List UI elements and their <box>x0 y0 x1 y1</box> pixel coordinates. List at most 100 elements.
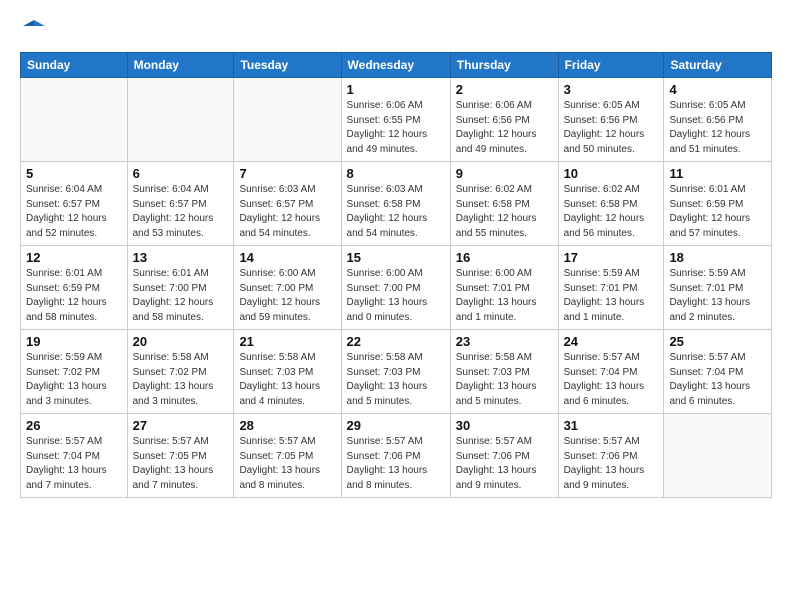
day-info: Sunrise: 6:06 AM Sunset: 6:55 PM Dayligh… <box>347 99 445 157</box>
day-info: Sunrise: 6:00 AM Sunset: 7:01 PM Dayligh… <box>456 267 553 325</box>
day-number: 22 <box>347 334 445 349</box>
weekday-header-saturday: Saturday <box>664 53 772 78</box>
week-row-0: 1 Sunrise: 6:06 AM Sunset: 6:55 PM Daylig… <box>21 78 772 162</box>
day-number: 10 <box>564 166 659 181</box>
page: SundayMondayTuesdayWednesdayThursdayFrid… <box>0 0 792 612</box>
day-number: 3 <box>564 82 659 97</box>
day-info: Sunrise: 5:57 AM Sunset: 7:05 PM Dayligh… <box>239 435 335 493</box>
calendar-cell: 12 Sunrise: 6:01 AM Sunset: 6:59 PM Dayli… <box>21 246 128 330</box>
calendar: SundayMondayTuesdayWednesdayThursdayFrid… <box>20 52 772 498</box>
day-info: Sunrise: 5:57 AM Sunset: 7:04 PM Dayligh… <box>26 435 122 493</box>
day-info: Sunrise: 6:01 AM Sunset: 6:59 PM Dayligh… <box>669 183 766 241</box>
day-info: Sunrise: 6:03 AM Sunset: 6:58 PM Dayligh… <box>347 183 445 241</box>
weekday-header-tuesday: Tuesday <box>234 53 341 78</box>
day-info: Sunrise: 6:04 AM Sunset: 6:57 PM Dayligh… <box>26 183 122 241</box>
day-info: Sunrise: 6:03 AM Sunset: 6:57 PM Dayligh… <box>239 183 335 241</box>
day-number: 18 <box>669 250 766 265</box>
weekday-header-thursday: Thursday <box>450 53 558 78</box>
calendar-cell <box>127 78 234 162</box>
day-number: 7 <box>239 166 335 181</box>
calendar-cell: 13 Sunrise: 6:01 AM Sunset: 7:00 PM Dayli… <box>127 246 234 330</box>
day-info: Sunrise: 6:00 AM Sunset: 7:00 PM Dayligh… <box>239 267 335 325</box>
day-number: 11 <box>669 166 766 181</box>
week-row-1: 5 Sunrise: 6:04 AM Sunset: 6:57 PM Daylig… <box>21 162 772 246</box>
weekday-header-friday: Friday <box>558 53 664 78</box>
calendar-cell: 15 Sunrise: 6:00 AM Sunset: 7:00 PM Dayli… <box>341 246 450 330</box>
weekday-header-wednesday: Wednesday <box>341 53 450 78</box>
day-number: 12 <box>26 250 122 265</box>
day-info: Sunrise: 5:57 AM Sunset: 7:04 PM Dayligh… <box>669 351 766 409</box>
week-row-4: 26 Sunrise: 5:57 AM Sunset: 7:04 PM Dayli… <box>21 414 772 498</box>
day-number: 20 <box>133 334 229 349</box>
day-number: 14 <box>239 250 335 265</box>
day-number: 31 <box>564 418 659 433</box>
day-info: Sunrise: 5:57 AM Sunset: 7:06 PM Dayligh… <box>456 435 553 493</box>
calendar-cell: 30 Sunrise: 5:57 AM Sunset: 7:06 PM Dayli… <box>450 414 558 498</box>
day-number: 1 <box>347 82 445 97</box>
day-info: Sunrise: 5:58 AM Sunset: 7:03 PM Dayligh… <box>456 351 553 409</box>
calendar-cell: 11 Sunrise: 6:01 AM Sunset: 6:59 PM Dayli… <box>664 162 772 246</box>
day-number: 30 <box>456 418 553 433</box>
day-number: 4 <box>669 82 766 97</box>
calendar-cell: 20 Sunrise: 5:58 AM Sunset: 7:02 PM Dayli… <box>127 330 234 414</box>
weekday-header-monday: Monday <box>127 53 234 78</box>
calendar-cell: 2 Sunrise: 6:06 AM Sunset: 6:56 PM Daylig… <box>450 78 558 162</box>
day-info: Sunrise: 6:02 AM Sunset: 6:58 PM Dayligh… <box>564 183 659 241</box>
calendar-cell <box>664 414 772 498</box>
calendar-cell: 27Sunrise: 5:57 AM Sunset: 7:05 PM Dayli… <box>127 414 234 498</box>
calendar-cell: 29Sunrise: 5:57 AM Sunset: 7:06 PM Dayli… <box>341 414 450 498</box>
calendar-cell: 24Sunrise: 5:57 AM Sunset: 7:04 PM Dayli… <box>558 330 664 414</box>
calendar-cell: 26 Sunrise: 5:57 AM Sunset: 7:04 PM Dayli… <box>21 414 128 498</box>
day-info: Sunrise: 6:05 AM Sunset: 6:56 PM Dayligh… <box>669 99 766 157</box>
day-number: 23 <box>456 334 553 349</box>
header <box>20 16 772 42</box>
calendar-cell: 10 Sunrise: 6:02 AM Sunset: 6:58 PM Dayli… <box>558 162 664 246</box>
day-number: 6 <box>133 166 229 181</box>
day-number: 5 <box>26 166 122 181</box>
day-info: Sunrise: 6:01 AM Sunset: 6:59 PM Dayligh… <box>26 267 122 325</box>
calendar-cell: 9Sunrise: 6:02 AM Sunset: 6:58 PM Daylig… <box>450 162 558 246</box>
day-info: Sunrise: 6:00 AM Sunset: 7:00 PM Dayligh… <box>347 267 445 325</box>
week-row-3: 19 Sunrise: 5:59 AM Sunset: 7:02 PM Dayli… <box>21 330 772 414</box>
week-row-2: 12 Sunrise: 6:01 AM Sunset: 6:59 PM Dayli… <box>21 246 772 330</box>
calendar-cell: 18 Sunrise: 5:59 AM Sunset: 7:01 PM Dayli… <box>664 246 772 330</box>
weekday-header-row: SundayMondayTuesdayWednesdayThursdayFrid… <box>21 53 772 78</box>
weekday-header-sunday: Sunday <box>21 53 128 78</box>
day-info: Sunrise: 5:59 AM Sunset: 7:01 PM Dayligh… <box>669 267 766 325</box>
day-info: Sunrise: 6:06 AM Sunset: 6:56 PM Dayligh… <box>456 99 553 157</box>
day-info: Sunrise: 6:02 AM Sunset: 6:58 PM Dayligh… <box>456 183 553 241</box>
day-info: Sunrise: 5:58 AM Sunset: 7:03 PM Dayligh… <box>347 351 445 409</box>
calendar-cell: 7 Sunrise: 6:03 AM Sunset: 6:57 PM Daylig… <box>234 162 341 246</box>
calendar-cell: 31 Sunrise: 5:57 AM Sunset: 7:06 PM Dayli… <box>558 414 664 498</box>
day-info: Sunrise: 5:57 AM Sunset: 7:06 PM Dayligh… <box>564 435 659 493</box>
day-number: 26 <box>26 418 122 433</box>
day-info: Sunrise: 6:01 AM Sunset: 7:00 PM Dayligh… <box>133 267 229 325</box>
day-number: 19 <box>26 334 122 349</box>
calendar-cell: 22 Sunrise: 5:58 AM Sunset: 7:03 PM Dayli… <box>341 330 450 414</box>
calendar-cell: 25 Sunrise: 5:57 AM Sunset: 7:04 PM Dayli… <box>664 330 772 414</box>
day-number: 8 <box>347 166 445 181</box>
calendar-cell: 16 Sunrise: 6:00 AM Sunset: 7:01 PM Dayli… <box>450 246 558 330</box>
day-number: 24 <box>564 334 659 349</box>
day-number: 25 <box>669 334 766 349</box>
logo <box>20 16 45 42</box>
calendar-cell <box>21 78 128 162</box>
calendar-cell: 1 Sunrise: 6:06 AM Sunset: 6:55 PM Daylig… <box>341 78 450 162</box>
day-number: 16 <box>456 250 553 265</box>
day-info: Sunrise: 5:57 AM Sunset: 7:06 PM Dayligh… <box>347 435 445 493</box>
day-info: Sunrise: 5:58 AM Sunset: 7:02 PM Dayligh… <box>133 351 229 409</box>
day-number: 17 <box>564 250 659 265</box>
day-number: 2 <box>456 82 553 97</box>
day-info: Sunrise: 6:04 AM Sunset: 6:57 PM Dayligh… <box>133 183 229 241</box>
calendar-cell: 23 Sunrise: 5:58 AM Sunset: 7:03 PM Dayli… <box>450 330 558 414</box>
day-number: 21 <box>239 334 335 349</box>
calendar-cell: 14 Sunrise: 6:00 AM Sunset: 7:00 PM Dayli… <box>234 246 341 330</box>
calendar-cell: 5 Sunrise: 6:04 AM Sunset: 6:57 PM Daylig… <box>21 162 128 246</box>
day-number: 13 <box>133 250 229 265</box>
day-info: Sunrise: 5:59 AM Sunset: 7:02 PM Dayligh… <box>26 351 122 409</box>
day-number: 28 <box>239 418 335 433</box>
day-info: Sunrise: 5:58 AM Sunset: 7:03 PM Dayligh… <box>239 351 335 409</box>
day-number: 27 <box>133 418 229 433</box>
day-info: Sunrise: 6:05 AM Sunset: 6:56 PM Dayligh… <box>564 99 659 157</box>
day-number: 15 <box>347 250 445 265</box>
